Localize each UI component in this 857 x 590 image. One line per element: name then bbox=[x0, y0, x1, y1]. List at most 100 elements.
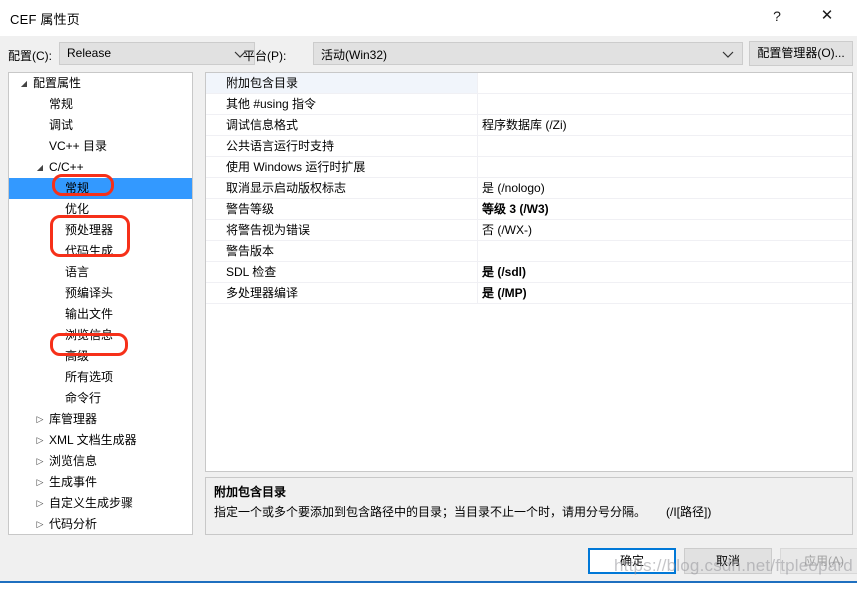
property-name: 公共语言运行时支持 bbox=[206, 136, 478, 156]
property-name: 其他 #using 指令 bbox=[206, 94, 478, 114]
property-name: 多处理器编译 bbox=[206, 283, 478, 303]
expander-closed-icon[interactable]: ▷ bbox=[33, 472, 47, 493]
platform-label: 平台(P): bbox=[243, 47, 286, 64]
platform-dropdown[interactable]: 活动(Win32) bbox=[313, 42, 743, 65]
tree-item-label: XML 文档生成器 bbox=[49, 430, 137, 451]
ok-button[interactable]: 确定 bbox=[588, 548, 676, 574]
tree-item-label: 浏览信息 bbox=[49, 451, 97, 472]
expander-closed-icon[interactable]: ▷ bbox=[33, 451, 47, 472]
property-name: 警告等级 bbox=[206, 199, 478, 219]
property-value[interactable] bbox=[478, 136, 852, 156]
property-name: 附加包含目录 bbox=[206, 73, 478, 93]
apply-button: 应用(A) bbox=[780, 548, 857, 574]
tree-item[interactable]: VC++ 目录 bbox=[9, 136, 192, 157]
tree-item[interactable]: ▷浏览信息 bbox=[9, 451, 192, 472]
property-value[interactable]: 是 (/nologo) bbox=[478, 178, 852, 198]
tree-item-label: C/C++ bbox=[49, 157, 84, 178]
property-value[interactable] bbox=[478, 157, 852, 177]
tree-item-label: 浏览信息 bbox=[65, 325, 113, 346]
question-mark-icon: ? bbox=[773, 8, 781, 24]
property-row[interactable]: 调试信息格式程序数据库 (/Zi) bbox=[206, 115, 852, 136]
tree-item[interactable]: 语言 bbox=[9, 262, 192, 283]
configuration-manager-button[interactable]: 配置管理器(O)... bbox=[749, 41, 853, 66]
property-value[interactable]: 是 (/MP) bbox=[478, 283, 852, 303]
property-name: 将警告视为错误 bbox=[206, 220, 478, 240]
tree-item[interactable]: 高级 bbox=[9, 346, 192, 367]
configuration-label: 配置(C): bbox=[8, 47, 52, 64]
property-row[interactable]: 警告等级等级 3 (/W3) bbox=[206, 199, 852, 220]
property-name: 警告版本 bbox=[206, 241, 478, 261]
property-name: 使用 Windows 运行时扩展 bbox=[206, 157, 478, 177]
expander-closed-icon[interactable]: ▷ bbox=[33, 514, 47, 535]
cancel-button[interactable]: 取消 bbox=[684, 548, 772, 574]
tree-item[interactable]: ▷XML 文档生成器 bbox=[9, 430, 192, 451]
property-value[interactable] bbox=[478, 241, 852, 261]
description-panel: 附加包含目录 指定一个或多个要添加到包含路径中的目录；当目录不止一个时，请用分号… bbox=[205, 477, 853, 535]
help-button[interactable]: ? bbox=[755, 0, 799, 32]
tree-item-label: VC++ 目录 bbox=[49, 136, 107, 157]
property-value[interactable] bbox=[478, 73, 852, 93]
expander-closed-icon[interactable]: ▷ bbox=[33, 430, 47, 451]
tree-item-label: 代码生成 bbox=[65, 241, 113, 262]
property-name: SDL 检查 bbox=[206, 262, 478, 282]
tree-item[interactable]: ◢配置属性 bbox=[9, 73, 192, 94]
expander-closed-icon[interactable]: ▷ bbox=[33, 409, 47, 430]
property-row[interactable]: 附加包含目录 bbox=[206, 73, 852, 94]
tree-item-label: 生成事件 bbox=[49, 472, 97, 493]
expander-closed-icon[interactable]: ▷ bbox=[33, 493, 47, 514]
tree-item-label: 预编译头 bbox=[65, 283, 113, 304]
property-row[interactable]: 将警告视为错误否 (/WX-) bbox=[206, 220, 852, 241]
title-bar: CEF 属性页 ? ✕ bbox=[0, 0, 857, 37]
configuration-dropdown[interactable]: Release bbox=[59, 42, 255, 65]
expander-open-icon[interactable]: ◢ bbox=[17, 73, 31, 94]
tree-item[interactable]: ▷库管理器 bbox=[9, 409, 192, 430]
property-value[interactable]: 等级 3 (/W3) bbox=[478, 199, 852, 219]
tree-item[interactable]: 常规 bbox=[9, 178, 192, 199]
tree-item[interactable]: 优化 bbox=[9, 199, 192, 220]
configuration-value: Release bbox=[67, 46, 111, 60]
tree-item-label: 语言 bbox=[65, 262, 89, 283]
property-row[interactable]: 其他 #using 指令 bbox=[206, 94, 852, 115]
property-row[interactable]: SDL 检查是 (/sdl) bbox=[206, 262, 852, 283]
tree-item[interactable]: 预编译头 bbox=[9, 283, 192, 304]
tree-item[interactable]: 代码生成 bbox=[9, 241, 192, 262]
configuration-toolbar: 配置(C): Release 平台(P): 活动(Win32) 配置管理器(O)… bbox=[0, 36, 857, 72]
background-window-strip bbox=[0, 581, 857, 590]
tree-item[interactable]: ▷代码分析 bbox=[9, 514, 192, 535]
tree-item-label: 常规 bbox=[49, 94, 73, 115]
property-value[interactable] bbox=[478, 94, 852, 114]
property-name: 取消显示启动版权标志 bbox=[206, 178, 478, 198]
property-name: 调试信息格式 bbox=[206, 115, 478, 135]
tree-item-label: 常规 bbox=[65, 178, 89, 199]
property-row[interactable]: 使用 Windows 运行时扩展 bbox=[206, 157, 852, 178]
tree-item-label: 自定义生成步骤 bbox=[49, 493, 133, 514]
tree-item[interactable]: 浏览信息 bbox=[9, 325, 192, 346]
close-button[interactable]: ✕ bbox=[805, 0, 849, 32]
property-row[interactable]: 多处理器编译是 (/MP) bbox=[206, 283, 852, 304]
tree-item[interactable]: 命令行 bbox=[9, 388, 192, 409]
tree-item-label: 代码分析 bbox=[49, 514, 97, 535]
tree-item[interactable]: 调试 bbox=[9, 115, 192, 136]
property-row[interactable]: 公共语言运行时支持 bbox=[206, 136, 852, 157]
tree-item[interactable]: 所有选项 bbox=[9, 367, 192, 388]
platform-value: 活动(Win32) bbox=[321, 46, 387, 63]
expander-open-icon[interactable]: ◢ bbox=[33, 157, 47, 178]
property-grid[interactable]: 附加包含目录其他 #using 指令调试信息格式程序数据库 (/Zi)公共语言运… bbox=[205, 72, 853, 472]
property-row[interactable]: 取消显示启动版权标志是 (/nologo) bbox=[206, 178, 852, 199]
tree-item[interactable]: ▷生成事件 bbox=[9, 472, 192, 493]
tree-item-label: 命令行 bbox=[65, 388, 101, 409]
property-value[interactable]: 程序数据库 (/Zi) bbox=[478, 115, 852, 135]
tree-item[interactable]: 预处理器 bbox=[9, 220, 192, 241]
tree-item-label: 预处理器 bbox=[65, 220, 113, 241]
tree-item[interactable]: ▷自定义生成步骤 bbox=[9, 493, 192, 514]
chevron-down-icon bbox=[720, 43, 736, 64]
page-title: CEF 属性页 bbox=[10, 9, 80, 28]
property-value[interactable]: 否 (/WX-) bbox=[478, 220, 852, 240]
tree-item[interactable]: 常规 bbox=[9, 94, 192, 115]
property-tree[interactable]: ◢配置属性常规调试VC++ 目录◢C/C++常规优化预处理器代码生成语言预编译头… bbox=[8, 72, 193, 535]
tree-item[interactable]: 输出文件 bbox=[9, 304, 192, 325]
property-value[interactable]: 是 (/sdl) bbox=[478, 262, 852, 282]
tree-item[interactable]: ◢C/C++ bbox=[9, 157, 192, 178]
tree-item-label: 库管理器 bbox=[49, 409, 97, 430]
property-row[interactable]: 警告版本 bbox=[206, 241, 852, 262]
